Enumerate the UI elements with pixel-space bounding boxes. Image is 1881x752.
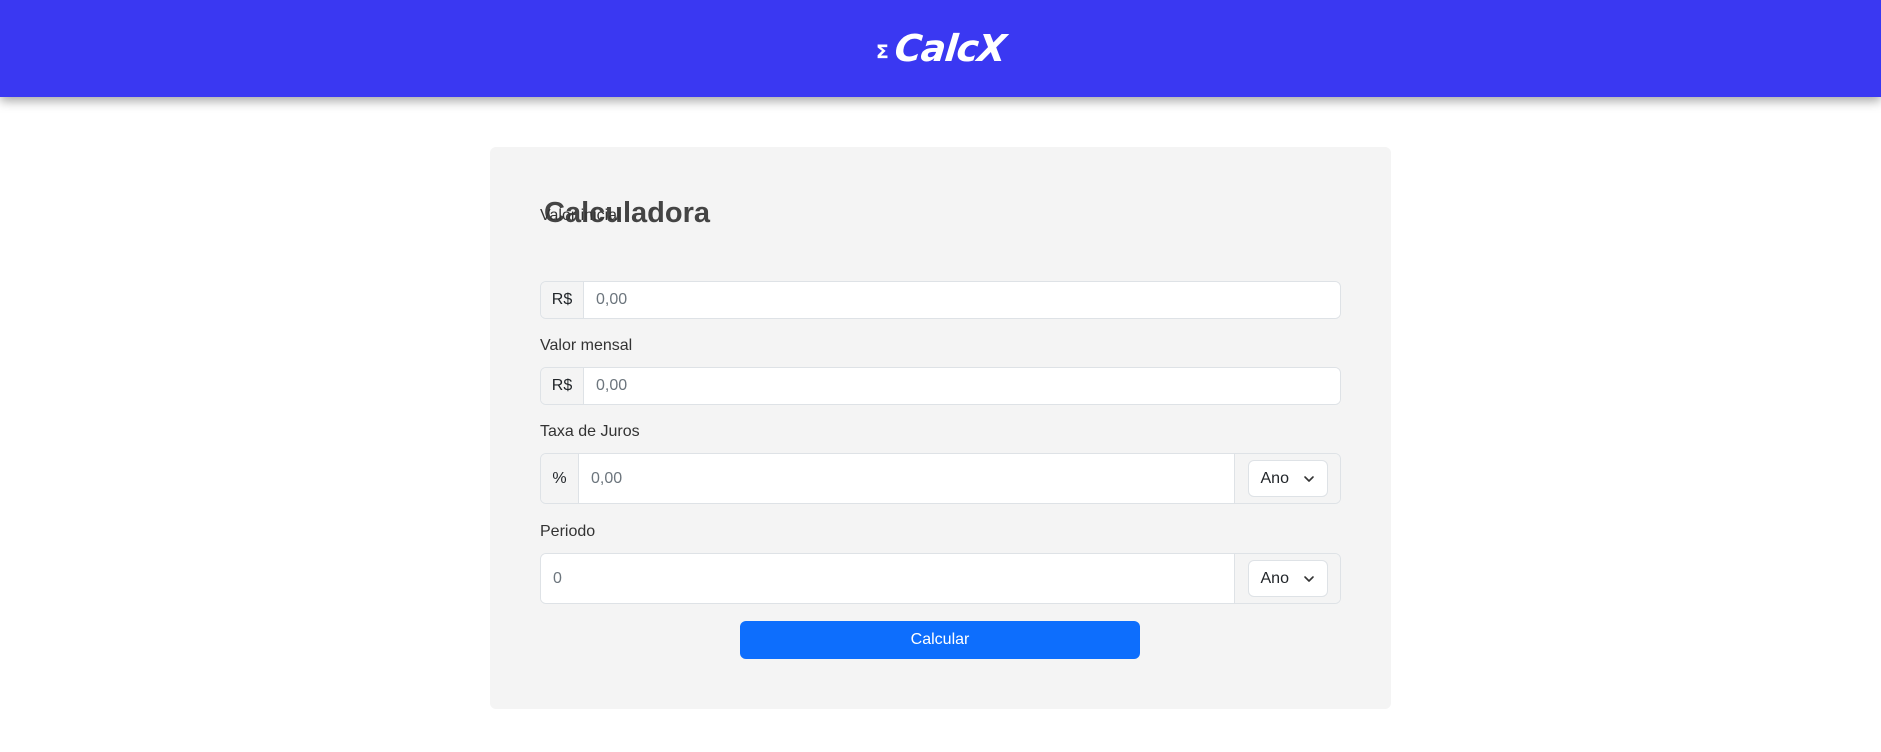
- logo-text: CalcX: [892, 27, 1008, 70]
- interest-rate-group: % Ano: [540, 453, 1341, 504]
- monthly-value-label: Valor mensal: [540, 337, 633, 354]
- percent-prefix: %: [541, 454, 579, 503]
- period-label: Periodo: [540, 523, 596, 540]
- period-group: Ano: [540, 553, 1341, 604]
- initial-value-input[interactable]: [584, 282, 1340, 318]
- initial-value-group: R$: [540, 281, 1341, 319]
- calculate-button[interactable]: Calcular: [740, 621, 1140, 659]
- sigma-logo-icon: Σ: [875, 40, 889, 63]
- monthly-value-input[interactable]: [584, 368, 1340, 404]
- monthly-value-group: R$: [540, 367, 1341, 405]
- period-unit-select[interactable]: Ano: [1247, 560, 1328, 597]
- chevron-down-icon: [1303, 575, 1314, 582]
- app-header: Σ CalcX: [0, 0, 1881, 97]
- interest-rate-unit-select[interactable]: Ano: [1247, 460, 1328, 497]
- period-unit-value: Ano: [1260, 569, 1289, 587]
- period-unit-wrapper: Ano: [1234, 554, 1340, 603]
- initial-value-label: Valor inicial: [540, 207, 621, 224]
- app-logo[interactable]: Σ CalcX: [875, 27, 1008, 70]
- chevron-down-icon: [1303, 475, 1314, 482]
- period-input[interactable]: [541, 554, 1234, 603]
- interest-rate-unit-value: Ano: [1260, 469, 1289, 487]
- interest-rate-unit-wrapper: Ano: [1234, 454, 1340, 503]
- currency-prefix: R$: [541, 368, 584, 404]
- interest-rate-input[interactable]: [579, 454, 1234, 503]
- calculator-card: Calculadora Valor inicial R$ Valor mensa…: [490, 147, 1391, 709]
- interest-rate-label: Taxa de Juros: [540, 423, 640, 440]
- currency-prefix: R$: [541, 282, 584, 318]
